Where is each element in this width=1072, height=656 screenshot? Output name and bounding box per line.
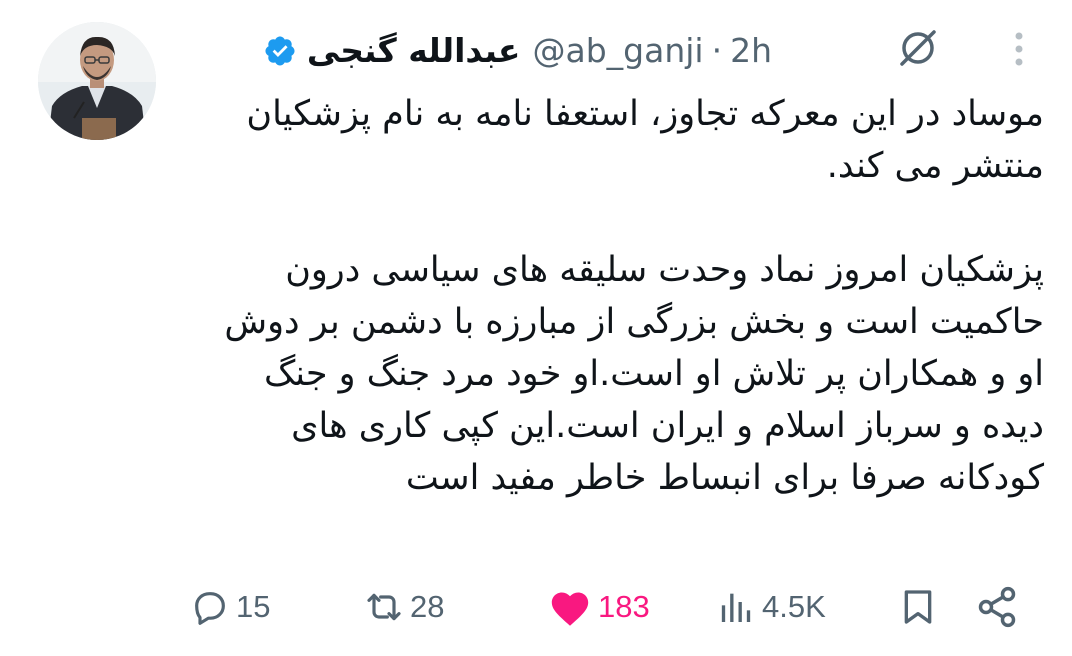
action-bar: 15 28 183 4.5K — [0, 582, 1072, 632]
bookmark-icon — [898, 586, 938, 628]
avatar[interactable] — [38, 22, 156, 140]
tweet: عبدالله گنجی @ab_ganji · 2h موساد در این… — [0, 0, 1072, 656]
handle[interactable]: @ab_ganji — [532, 28, 703, 74]
grok-icon[interactable] — [896, 26, 940, 70]
retweet-button[interactable]: 28 — [364, 582, 444, 632]
views-count: 4.5K — [762, 589, 826, 624]
views-button[interactable]: 4.5K — [716, 582, 826, 632]
reply-button[interactable]: 15 — [190, 582, 270, 632]
tweet-paragraph-2: پزشکیان امروز نماد وحدت سلیقه های سیاسی … — [224, 250, 1044, 498]
avatar-photo — [38, 22, 156, 140]
share-icon — [975, 585, 1019, 629]
display-name[interactable]: عبدالله گنجی — [307, 28, 521, 74]
tweet-header: عبدالله گنجی @ab_ganji · 2h — [263, 28, 772, 74]
retweet-icon — [364, 587, 404, 627]
tweet-text: موساد در این معرکه تجاوز، استعفا نامه به… — [224, 88, 1044, 504]
like-button[interactable]: 183 — [548, 582, 650, 632]
timestamp[interactable]: 2h — [730, 28, 772, 74]
separator-dot: · — [711, 31, 723, 70]
like-count: 183 — [598, 589, 650, 624]
bookmark-button[interactable] — [898, 582, 938, 632]
retweet-count: 28 — [410, 589, 445, 624]
heart-filled-icon — [548, 587, 592, 627]
views-chart-icon — [716, 587, 756, 627]
verified-badge-icon — [263, 34, 297, 68]
more-vertical-icon[interactable] — [1004, 28, 1034, 70]
reply-icon — [190, 587, 230, 627]
tweet-paragraph-1: موساد در این معرکه تجاوز، استعفا نامه به… — [246, 94, 1044, 186]
reply-count: 15 — [236, 589, 271, 624]
share-button[interactable] — [975, 582, 1019, 632]
